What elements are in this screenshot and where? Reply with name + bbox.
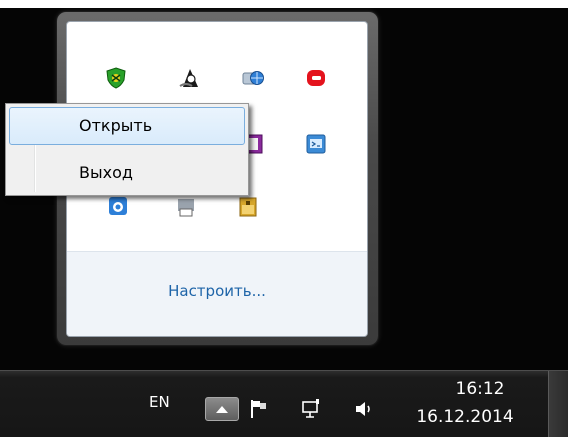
network-icon[interactable] [300, 397, 324, 421]
volume-icon[interactable] [352, 397, 376, 421]
network-globe-icon[interactable] [240, 65, 266, 91]
menu-item-open[interactable]: Открыть [9, 107, 245, 145]
top-strip [0, 0, 568, 8]
flyout-footer: Настроить... [67, 251, 367, 336]
taskbar: EN 16:12 16.12.2014 [0, 370, 568, 437]
action-center-flag-icon[interactable] [247, 397, 271, 421]
clock-date[interactable]: 16.12.2014 [412, 407, 518, 427]
clock-time[interactable]: 16:12 [440, 379, 520, 399]
language-indicator[interactable]: EN [149, 393, 170, 411]
blue-shield-icon[interactable] [105, 194, 131, 220]
diver-app-icon[interactable] [177, 65, 203, 91]
context-menu: Открыть Выход [5, 103, 249, 196]
show-desktop-button[interactable] [548, 371, 568, 437]
customize-link[interactable]: Настроить... [67, 282, 367, 300]
printer-icon[interactable] [173, 194, 199, 220]
show-hidden-icons-icon [216, 406, 228, 413]
red-app-icon[interactable] [303, 65, 329, 91]
menu-item-exit[interactable]: Выход [9, 154, 245, 192]
shield-bug-icon[interactable] [103, 65, 129, 91]
show-hidden-icons-button[interactable] [205, 397, 239, 421]
blue-window-icon[interactable] [303, 131, 329, 157]
yellow-folder-icon[interactable] [235, 194, 261, 220]
